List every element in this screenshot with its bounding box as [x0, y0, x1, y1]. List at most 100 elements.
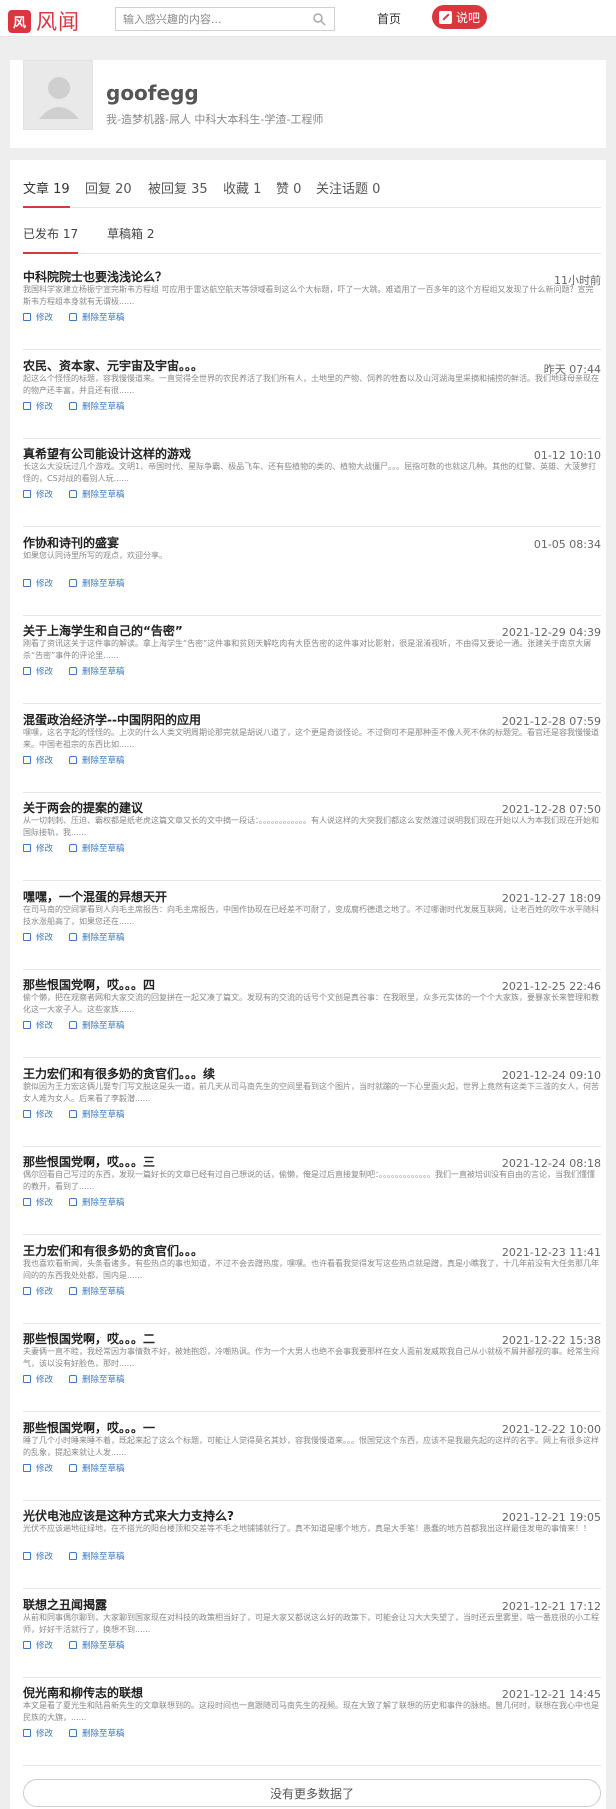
article-excerpt[interactable]: 光伏不应该遍地征绿地，在不搭光的阳台楼顶和交差等不毛之地铺铺就行了。真不知道是哪…: [23, 1523, 599, 1549]
article-actions: 修改 删除至草稿: [23, 400, 125, 412]
post-button[interactable]: 说吧: [432, 5, 487, 29]
article-title[interactable]: 真希望有公司能设计这样的游戏: [23, 445, 191, 462]
delete-label: 删除至草稿: [82, 401, 125, 412]
article-title[interactable]: 混蛋政治经济学--中国阴阳的应用: [23, 711, 201, 728]
article-title[interactable]: 那些恨国党啊，哎。。。二: [23, 1330, 155, 1347]
edit-link[interactable]: 修改: [23, 1373, 53, 1385]
article-excerpt[interactable]: 偷个懒，把在观察者网和大家交流的回复拼在一起又凑了篇文。发现有的交流的话号个文创…: [23, 992, 599, 1018]
tab-likes[interactable]: 赞 0: [276, 178, 301, 197]
edit-label: 修改: [36, 932, 54, 943]
edit-link[interactable]: 修改: [23, 842, 53, 854]
edit-link[interactable]: 修改: [23, 311, 53, 323]
article-excerpt[interactable]: 起这么个怪怪的标题，容我慢慢道来。一直觉得全世界的农民养活了我们所有人，土地里的…: [23, 373, 599, 399]
edit-icon: [23, 1552, 31, 1560]
delete-to-draft-link[interactable]: 删除至草稿: [69, 311, 125, 323]
search-input[interactable]: [116, 8, 306, 31]
article-title[interactable]: 关于上海学生和自己的“告密”: [23, 622, 183, 639]
delete-label: 删除至草稿: [82, 1021, 125, 1031]
edit-link[interactable]: 修改: [23, 1285, 53, 1297]
article-excerpt[interactable]: 刚看了资讯这关于这件事的解读。拿上海学生“告密”这件事和贫则天解吃肉有大臣告密的…: [23, 638, 599, 664]
edit-link[interactable]: 修改: [23, 1019, 53, 1031]
article-excerpt[interactable]: 我国科学家建立杨振宁宣完斯韦方程组 可应用于雷达航空航天等领域看到这么个大标题，…: [23, 284, 599, 310]
article-excerpt[interactable]: 本文是看了夏光生和陆昌新先生的文章联想到的。这段时间也一直跟随司马南先生的视频。…: [23, 1700, 599, 1726]
edit-link[interactable]: 修改: [23, 488, 53, 500]
edit-link[interactable]: 修改: [23, 931, 53, 943]
edit-link[interactable]: 修改: [23, 400, 53, 412]
edit-label: 修改: [36, 1640, 54, 1651]
article-excerpt[interactable]: 睡了几个小时睡来睡不着，既起来起了这么个标题，可能让人觉得莫名其妙，容我慢慢道来…: [23, 1435, 599, 1461]
delete-to-draft-link[interactable]: 删除至草稿: [69, 1019, 125, 1031]
article-actions: 修改 删除至草稿: [23, 842, 125, 854]
trash-icon: [69, 1109, 78, 1118]
delete-to-draft-link[interactable]: 删除至草稿: [69, 1727, 125, 1739]
subtab-published[interactable]: 已发布 17: [23, 225, 79, 254]
article-title[interactable]: 嘿嘿，一个混蛋的异想天开: [23, 888, 167, 905]
trash-icon: [69, 755, 78, 764]
delete-to-draft-link[interactable]: 删除至草稿: [69, 577, 125, 589]
edit-link[interactable]: 修改: [23, 1550, 53, 1562]
article-item: 混蛋政治经济学--中国阴阳的应用 2021-12-28 07:59 嘿嘿，这名字起的…: [23, 705, 601, 793]
tab-received-replies[interactable]: 被回复 35: [148, 178, 208, 197]
delete-to-draft-link[interactable]: 删除至草稿: [69, 842, 125, 854]
subtab-drafts[interactable]: 草稿箱 2: [107, 225, 154, 242]
delete-to-draft-link[interactable]: 删除至草稿: [69, 1462, 125, 1474]
no-more-data-button[interactable]: 没有更多数据了: [23, 1779, 601, 1807]
article-actions: 修改 删除至草稿: [23, 1373, 125, 1385]
article-title[interactable]: 光伏电池应该是这种方式来大力支持么?: [23, 1507, 234, 1524]
article-item: 关于两会的提案的建议 2021-12-28 07:50 从一切刺刺、压迫、霸权都是纸…: [23, 793, 601, 881]
article-title[interactable]: 中科院院士也要浅浅论么？: [23, 268, 167, 285]
search-icon[interactable]: [312, 12, 326, 26]
delete-to-draft-link[interactable]: 删除至草稿: [69, 400, 125, 412]
delete-to-draft-link[interactable]: 删除至草稿: [69, 1196, 125, 1208]
article-title[interactable]: 农民、资本家、元宇宙及宇宙。。。: [23, 357, 203, 374]
edit-link[interactable]: 修改: [23, 1727, 53, 1739]
article-title[interactable]: 关于两会的提案的建议: [23, 799, 143, 816]
trash-icon: [69, 401, 78, 410]
delete-to-draft-link[interactable]: 删除至草稿: [69, 1285, 125, 1297]
article-excerpt[interactable]: 嘿嘿，这名字起的怪怪的。上次的什么人类文明周期论那完就是胡说八道了，这个更是奇谈…: [23, 727, 599, 753]
tab-followed-topics[interactable]: 关注话题 0: [316, 178, 380, 197]
edit-link[interactable]: 修改: [23, 1639, 53, 1651]
article-item: 嘿嘿，一个混蛋的异想天开 2021-12-27 18:09 在司马南的空间掌看到人向…: [23, 882, 601, 970]
delete-to-draft-link[interactable]: 删除至草稿: [69, 1550, 125, 1562]
article-title[interactable]: 王力宏们和有很多奶的贪官们。。。续: [23, 1065, 215, 1082]
edit-link[interactable]: 修改: [23, 577, 53, 589]
article-title[interactable]: 王力宏们和有很多奶的贪官们。。。: [23, 1242, 203, 1259]
article-excerpt[interactable]: 从一切刺刺、压迫、霸权都是纸老虎这篇文章又长的文中摘一段话：。。。。。。。。。。…: [23, 815, 599, 841]
edit-link[interactable]: 修改: [23, 1462, 53, 1474]
article-excerpt[interactable]: 偶尔回看自己写过的东西，发现一篇好长的文章已经有过自己想说的话，偷懒，俺是过后直…: [23, 1169, 599, 1195]
article-title[interactable]: 作协和诗刊的盛宴: [23, 534, 119, 551]
article-excerpt[interactable]: 长这么大没玩过几个游戏。文明1、帝国时代、星际争霸、极品飞车、还有些植物的类的、…: [23, 461, 599, 487]
delete-label: 删除至草稿: [82, 667, 125, 677]
tab-replies[interactable]: 回复 20: [85, 178, 132, 197]
article-excerpt[interactable]: 在司马南的空间掌看到人向毛主席报告：向毛主席报告，中国作协现在已经差不可耐了，变…: [23, 904, 599, 930]
article-excerpt[interactable]: 貌似因为王力宏这俩儿娶专门写文脱这是头一道，前几天从司马南先生的空间里看到这个图…: [23, 1081, 599, 1107]
article-excerpt[interactable]: 从前和同事偶尔聊到，大家聊到国家现在对科技的政策相当好了，可是大家又都说这么好的…: [23, 1612, 599, 1638]
profile-tabs: 文章 19 回复 20 被回复 35 收藏 1 赞 0 关注话题 0: [23, 178, 601, 208]
article-actions: 修改 删除至草稿: [23, 488, 125, 500]
edit-link[interactable]: 修改: [23, 665, 53, 677]
article-title[interactable]: 那些恨国党啊，哎。。。四: [23, 976, 155, 993]
article-title[interactable]: 联想之丑闻揭露: [23, 1596, 107, 1613]
tab-articles[interactable]: 文章 19: [23, 178, 70, 208]
edit-link[interactable]: 修改: [23, 1196, 53, 1208]
delete-to-draft-link[interactable]: 删除至草稿: [69, 754, 125, 766]
delete-to-draft-link[interactable]: 删除至草稿: [69, 1639, 125, 1651]
article-excerpt[interactable]: 我也喜欢看新闻，头条看诸多，有些热点的事也知道，不过不会去蹭热度，嘿嘿。也许看看…: [23, 1258, 599, 1284]
tab-favorites[interactable]: 收藏 1: [223, 178, 261, 197]
delete-to-draft-link[interactable]: 删除至草稿: [69, 665, 125, 677]
delete-to-draft-link[interactable]: 删除至草稿: [69, 931, 125, 943]
article-title[interactable]: 那些恨国党啊，哎。。。一: [23, 1419, 155, 1436]
nav-home-link[interactable]: 首页: [377, 10, 401, 27]
edit-link[interactable]: 修改: [23, 1108, 53, 1120]
site-logo[interactable]: 风 风闻: [8, 6, 80, 36]
delete-to-draft-link[interactable]: 删除至草稿: [69, 1373, 125, 1385]
article-title[interactable]: 倪光南和柳传志的联想: [23, 1684, 143, 1701]
article-excerpt[interactable]: 夫妻俩一直不睦，我经常因为事情数不好，被她抱怨，冷嘲热讽。作为一个大男人也绝不会…: [23, 1346, 599, 1372]
delete-to-draft-link[interactable]: 删除至草稿: [69, 1108, 125, 1120]
article-excerpt[interactable]: 如果您认同诗里所写的观点，欢迎分享。: [23, 550, 599, 576]
article-title[interactable]: 那些恨国党啊，哎。。。三: [23, 1153, 155, 1170]
article-actions: 修改 删除至草稿: [23, 1196, 125, 1208]
edit-link[interactable]: 修改: [23, 754, 53, 766]
delete-to-draft-link[interactable]: 删除至草稿: [69, 488, 125, 500]
